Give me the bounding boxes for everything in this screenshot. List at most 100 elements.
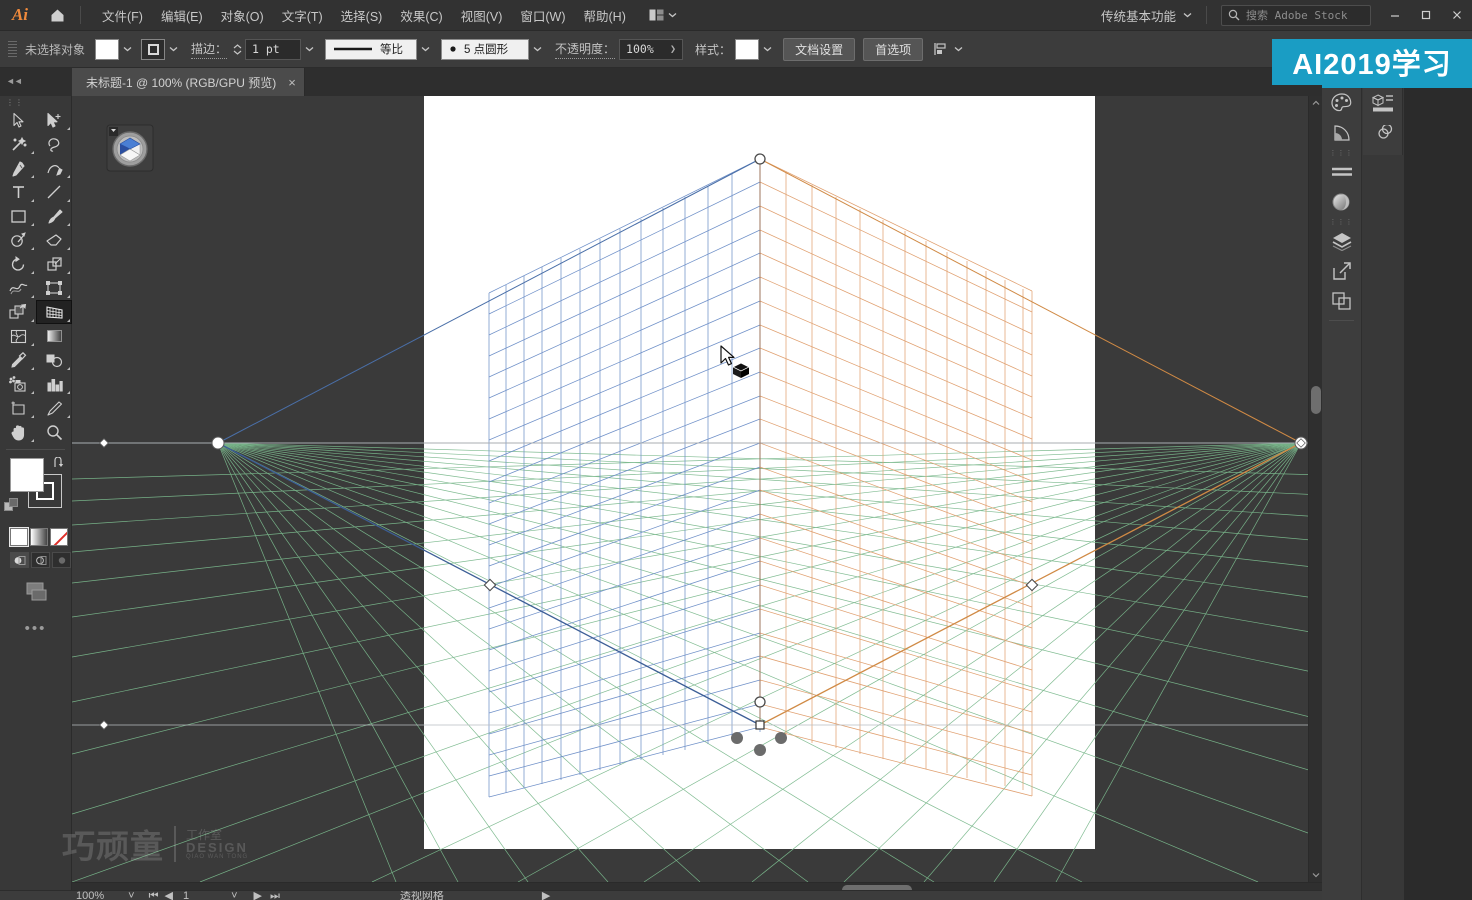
tool-shape-builder[interactable] bbox=[0, 300, 36, 324]
tool-selection[interactable] bbox=[0, 108, 36, 132]
artboard-caret-icon[interactable]: ˅ bbox=[231, 891, 237, 900]
fill-swatch[interactable] bbox=[95, 38, 120, 60]
prev-page-icon[interactable]: ◀ bbox=[164, 891, 172, 900]
collapse-panel-icon[interactable]: ◄◄ bbox=[6, 76, 23, 86]
tool-scale[interactable] bbox=[36, 252, 72, 276]
graphic-style-swatch[interactable] bbox=[735, 38, 760, 60]
menu-help[interactable]: 帮助(H) bbox=[575, 1, 635, 30]
fill-swatch-caret[interactable] bbox=[119, 39, 135, 60]
menu-type[interactable]: 文字(T) bbox=[273, 1, 332, 30]
close-icon[interactable] bbox=[1441, 0, 1472, 31]
tool-blend[interactable] bbox=[36, 348, 72, 372]
last-page-icon[interactable]: ⏭ bbox=[270, 891, 280, 900]
mode-gradient[interactable] bbox=[30, 528, 48, 546]
tool-gradient[interactable] bbox=[36, 324, 72, 348]
zoom-caret-icon[interactable]: ˅ bbox=[128, 891, 134, 900]
menu-window[interactable]: 窗口(W) bbox=[511, 1, 574, 30]
panel-export[interactable] bbox=[1322, 256, 1362, 286]
tool-column-graph[interactable] bbox=[36, 372, 72, 396]
home-icon[interactable] bbox=[40, 0, 74, 31]
zoom-level[interactable]: 100% bbox=[76, 891, 104, 900]
panel-artboards[interactable] bbox=[1322, 286, 1362, 316]
brush-definition-caret[interactable] bbox=[529, 39, 545, 60]
stroke-weight-field[interactable]: 1 pt bbox=[245, 38, 302, 60]
draw-behind[interactable] bbox=[31, 552, 50, 568]
graphic-style-caret[interactable] bbox=[759, 39, 775, 60]
fill-color-swatch[interactable] bbox=[10, 458, 44, 492]
mode-color[interactable] bbox=[9, 527, 29, 547]
tool-status-label[interactable]: 透视网格 bbox=[400, 891, 444, 900]
tab-close-icon[interactable]: × bbox=[288, 76, 296, 89]
tool-slice[interactable] bbox=[36, 396, 72, 420]
vertical-scrollbar[interactable] bbox=[1308, 96, 1322, 882]
menu-object[interactable]: 对象(O) bbox=[212, 1, 273, 30]
artboard-number[interactable]: 1 bbox=[183, 891, 189, 900]
swap-fill-stroke-icon[interactable] bbox=[52, 456, 66, 474]
tool-line-segment[interactable] bbox=[36, 180, 72, 204]
tool-symbol-sprayer[interactable] bbox=[0, 372, 36, 396]
tool-free-transform[interactable] bbox=[36, 276, 72, 300]
menu-select[interactable]: 选择(S) bbox=[332, 1, 392, 30]
panel-color[interactable] bbox=[1322, 88, 1362, 118]
stock-search-input[interactable]: 搜索 Adobe Stock bbox=[1221, 4, 1371, 26]
tool-lasso[interactable] bbox=[36, 132, 72, 156]
tool-zoom[interactable] bbox=[36, 420, 72, 444]
next-page-icon[interactable]: ▶ bbox=[254, 891, 262, 900]
opacity-flyout-icon[interactable]: ❯ bbox=[670, 44, 676, 55]
first-page-icon[interactable]: ⏮ bbox=[149, 891, 159, 900]
stroke-weight-caret[interactable] bbox=[301, 39, 317, 60]
tool-eraser[interactable] bbox=[36, 228, 72, 252]
tool-rotate[interactable] bbox=[0, 252, 36, 276]
align-to-artboard-icon[interactable] bbox=[933, 42, 963, 56]
panel-stroke[interactable] bbox=[1322, 157, 1362, 187]
tool-artboard[interactable] bbox=[0, 396, 36, 420]
chevron-down-icon[interactable] bbox=[1309, 868, 1323, 882]
tool-eyedropper[interactable] bbox=[0, 348, 36, 372]
preferences-button[interactable]: 首选项 bbox=[863, 37, 924, 61]
tool-direct-selection[interactable] bbox=[36, 108, 72, 132]
tool-hand[interactable] bbox=[0, 420, 36, 444]
document-setup-button[interactable]: 文档设置 bbox=[783, 37, 856, 61]
canvas-area[interactable] bbox=[72, 96, 1322, 882]
stroke-profile-caret[interactable] bbox=[417, 39, 433, 60]
tool-rectangle[interactable] bbox=[0, 204, 36, 228]
control-bar-grip[interactable] bbox=[8, 37, 17, 61]
vertical-scroll-thumb[interactable] bbox=[1311, 386, 1321, 414]
brush-definition-field[interactable]: 5 点圆形 bbox=[441, 38, 530, 60]
menu-effect[interactable]: 效果(C) bbox=[391, 1, 451, 30]
tool-width[interactable] bbox=[0, 276, 36, 300]
menu-file[interactable]: 文件(F) bbox=[93, 1, 152, 30]
stroke-weight-label[interactable]: 描边： bbox=[191, 40, 228, 59]
workspace-switcher[interactable]: 传统基本功能 bbox=[1093, 2, 1200, 29]
panel-gradient[interactable] bbox=[1322, 187, 1362, 217]
panel-color-guide[interactable] bbox=[1322, 118, 1362, 148]
menu-edit[interactable]: 编辑(E) bbox=[152, 1, 212, 30]
tab-bar-grip[interactable]: ◄◄ bbox=[0, 68, 72, 96]
stroke-swatch[interactable] bbox=[141, 38, 166, 60]
tool-paintbrush[interactable] bbox=[36, 204, 72, 228]
dock-group-grip-2[interactable]: ⋮⋮⋮ bbox=[1322, 217, 1361, 226]
panel-properties[interactable] bbox=[1363, 88, 1403, 118]
tool-perspective-grid[interactable] bbox=[36, 300, 72, 324]
toolbar-grip[interactable]: ⋮⋮ bbox=[0, 96, 71, 108]
stroke-swatch-caret[interactable] bbox=[165, 39, 181, 60]
tool-shaper[interactable] bbox=[0, 228, 36, 252]
perspective-plane-switching-widget[interactable] bbox=[105, 123, 155, 173]
dock-group-grip-1[interactable]: ⋮⋮⋮ bbox=[1322, 148, 1361, 157]
stroke-profile-field[interactable]: 等比 bbox=[325, 38, 418, 60]
tool-type[interactable] bbox=[0, 180, 36, 204]
document-tab[interactable]: 未标题-1 @ 100% (RGB/GPU 预览) × bbox=[72, 68, 305, 96]
edit-toolbar-ellipsis-icon[interactable]: ••• bbox=[0, 604, 71, 637]
maximize-icon[interactable] bbox=[1410, 0, 1441, 31]
menu-view[interactable]: 视图(V) bbox=[452, 1, 512, 30]
stroke-weight-stepper[interactable] bbox=[233, 43, 242, 55]
panel-libraries[interactable] bbox=[1363, 118, 1403, 148]
opacity-label[interactable]: 不透明度： bbox=[555, 40, 616, 59]
change-screen-mode-icon[interactable] bbox=[0, 568, 71, 604]
tool-curvature[interactable] bbox=[36, 156, 72, 180]
mode-none[interactable] bbox=[50, 528, 68, 546]
status-caret-icon[interactable]: ▶ bbox=[542, 891, 550, 900]
tool-pen[interactable] bbox=[0, 156, 36, 180]
chevron-up-icon[interactable] bbox=[1309, 96, 1323, 110]
opacity-field[interactable]: 100% ❯ bbox=[619, 38, 684, 60]
